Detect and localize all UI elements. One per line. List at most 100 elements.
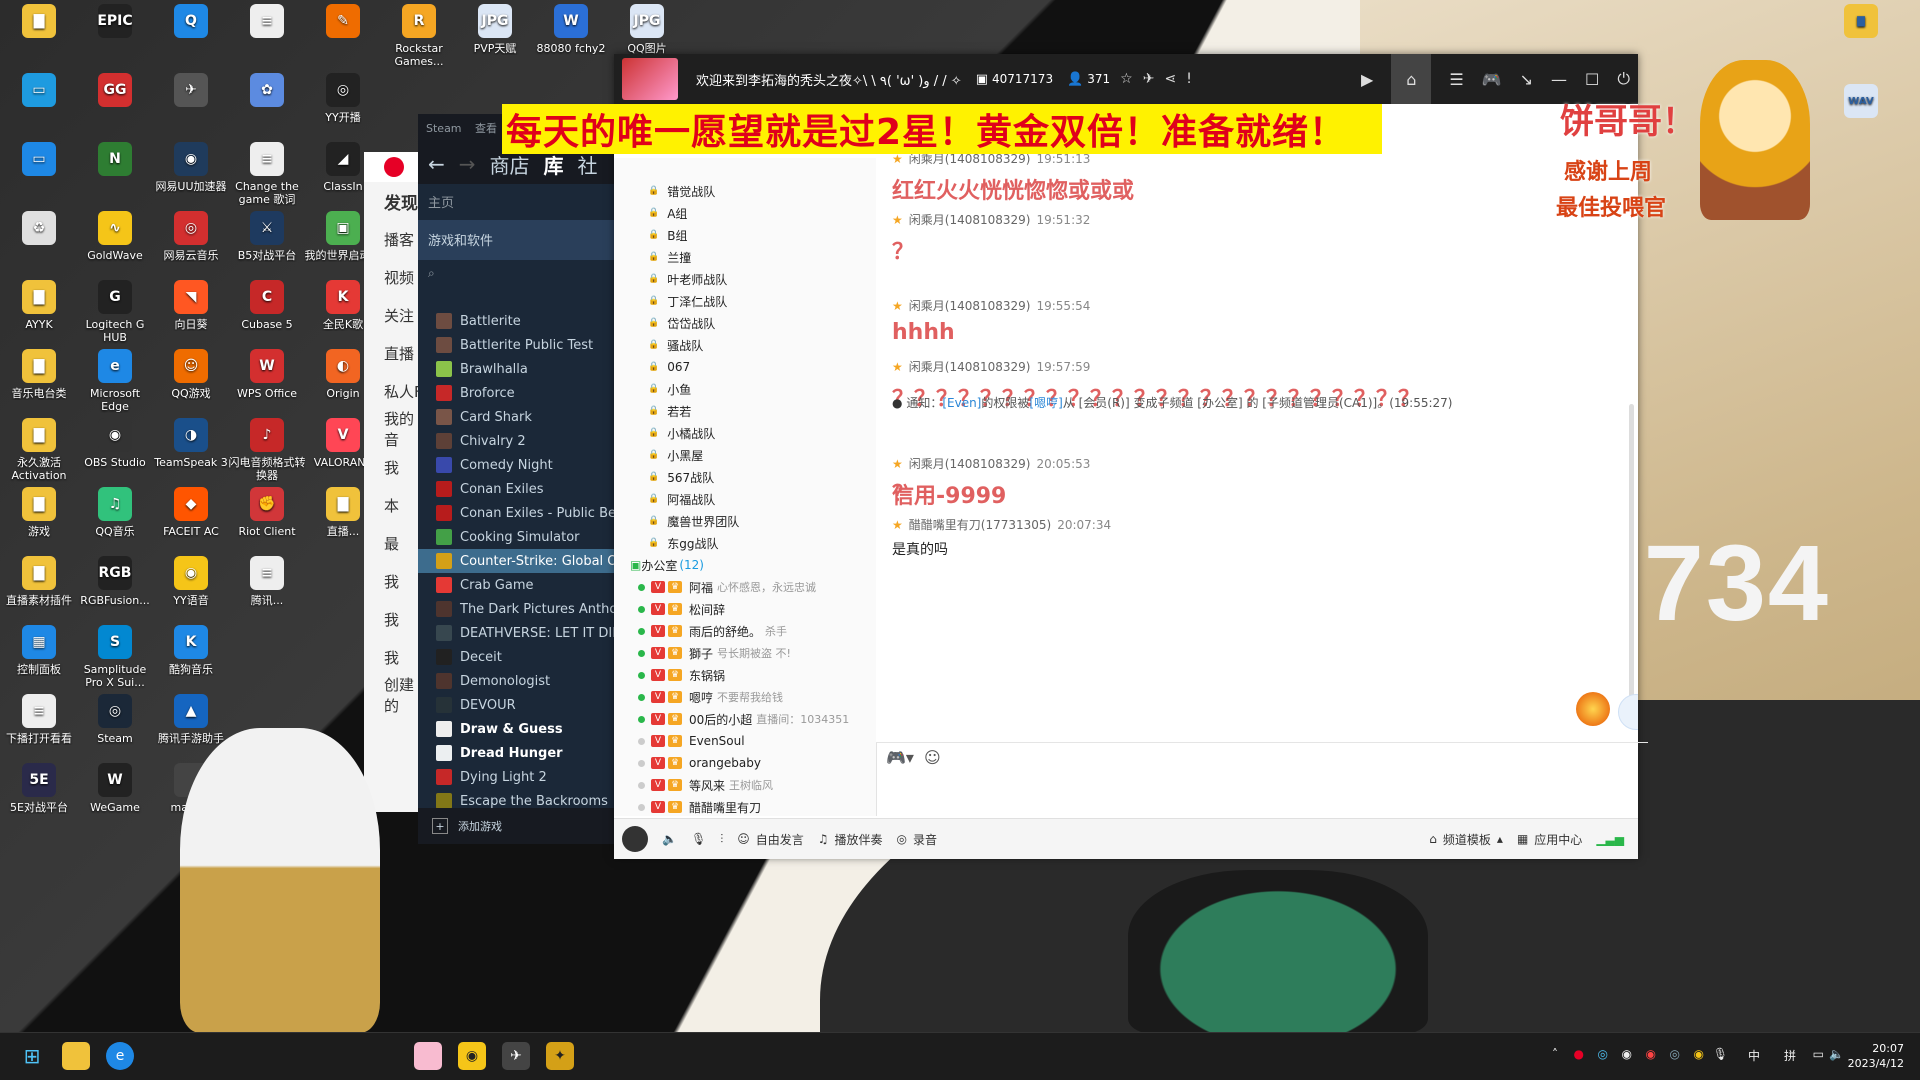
share-icon[interactable]: ⋖ [1164,71,1176,87]
gamepad-icon[interactable]: 🎮 [1482,70,1502,89]
sub-channel[interactable]: 🔒 丁泽仁战队 [614,290,876,312]
desktop-icon[interactable]: ◎ YY开播 [304,73,382,153]
desktop-icon[interactable]: ▇ [0,4,78,84]
desktop-icon[interactable]: ◑ TeamSpeak 3 [152,418,230,498]
power-icon[interactable]: ⏻ [1617,69,1630,89]
chat-scrollbar[interactable] [1629,404,1634,724]
steam-game-item[interactable]: Crab Game [418,573,618,597]
netease-nav-item[interactable]: 私人F [364,372,424,410]
netease-tray-icon[interactable]: ● [1574,1047,1584,1061]
desktop-icon[interactable]: ▇ 音乐电台类 [0,349,78,429]
edge-icon[interactable]: e [106,1042,134,1070]
plane-icon[interactable]: ✈ [1143,71,1155,87]
desktop-icon[interactable]: ✿ [228,73,306,153]
sub-channel[interactable]: 🔒 魔兽世界团队 [614,510,876,532]
desktop-icon[interactable]: ◎ 网易云音乐 [152,211,230,291]
netease-nav-item[interactable]: 视频 [364,258,424,296]
steam-game-item[interactable]: Cooking Simulator [418,525,618,549]
desktop-icon[interactable]: W 88080 fchy2 [532,4,610,84]
report-icon[interactable]: ! [1186,71,1192,87]
steam-search[interactable]: ⌕ [418,260,618,290]
channel-user[interactable]: V ♛ 嗯哼 不要帮我给钱 [614,686,876,708]
tray-arrow-icon[interactable]: ˄ [1552,1047,1558,1061]
desktop-icon[interactable]: ✊ Riot Client [228,487,306,567]
channel-user[interactable]: V ♛ 松间辞 [614,598,876,620]
steam-game-item[interactable]: DEVOUR [418,693,618,717]
desktop-icon[interactable]: N [76,142,154,222]
steam-home-link[interactable]: 主页 [418,184,618,220]
desktop-icon[interactable]: Q [152,4,230,84]
desktop-icon[interactable]: ▇ 直播素材插件 [0,556,78,636]
ime-chinese[interactable]: 中 [1748,1047,1760,1064]
steam-game-item[interactable]: Brawlhalla [418,357,618,381]
steam-game-item[interactable]: Battlerite Public Test [418,333,618,357]
app-center-button[interactable]: ▦ 应用中心 [1517,831,1582,848]
desktop-icon[interactable]: ▭ [0,73,78,153]
netease-nav-item[interactable]: 本 [364,486,424,524]
desktop-icon[interactable]: 5E 5E对战平台 [0,763,78,843]
desktop-icon[interactable]: ▇ 永久激活 Activation [0,418,78,498]
desktop-icon[interactable]: ☺ QQ游戏 [152,349,230,429]
yy-voice-window[interactable]: 欢迎来到李拓海的秃头之夜✧\ \ ٩( 'ω' )و / / ✧ ▣ 40717… [614,54,1648,859]
sub-channel[interactable]: 🔒 小鱼 [614,378,876,400]
desktop-icon[interactable]: ▇ AYYK [0,280,78,360]
sub-channel[interactable]: 🔒 B组 [614,224,876,246]
steam-game-item[interactable]: Battlerite [418,309,618,333]
start-icon[interactable]: ⊞ [18,1042,46,1070]
desktop-icon[interactable]: ⚔ B5对战平台 [228,211,306,291]
collapse-icon[interactable]: ↘ [1520,70,1533,89]
desktop-icon[interactable]: ◆ FACEIT AC [152,487,230,567]
netease-nav-item[interactable]: 我 [364,562,424,600]
video-icon[interactable]: ▶ [1361,70,1373,89]
home-icon[interactable]: ⌂ [1391,54,1432,104]
mic-icon[interactable]: 🎙 [691,832,706,846]
desktop-icon[interactable]: RGB RGBFusion... [76,556,154,636]
sub-channel[interactable]: 🔒 错觉战队 [614,180,876,202]
sub-channel[interactable]: 🔒 小黑屋 [614,444,876,466]
obs-tray-icon[interactable]: ◉ [1622,1047,1632,1061]
steam-game-item[interactable]: Card Shark [418,405,618,429]
netease-nav-item[interactable]: 直播 [364,334,424,372]
speaker-icon[interactable]: 🔈 [662,832,677,846]
csgo-taskbar-icon[interactable]: ✦ [546,1042,574,1070]
desktop-icon[interactable]: ◉ YY语音 [152,556,230,636]
desktop-icon[interactable]: ▇ [1822,4,1900,84]
netease-nav-item[interactable]: 我 [364,600,424,638]
channel-office[interactable]: ▣ 办公室 (12) [614,554,876,576]
channel-template-button[interactable]: ⌂ 频道模板 ▴ [1429,831,1503,848]
desktop-icon[interactable]: EPIC [76,4,154,84]
desktop-icon[interactable]: G Logitech G HUB [76,280,154,360]
channel-user[interactable]: V ♛ orangebaby [614,752,876,774]
sub-channel[interactable]: 🔒 叶老师战队 [614,268,876,290]
desktop-icon[interactable]: ♪ 闪电音频格式转换器 [228,418,306,498]
list-icon[interactable]: ☰ [1449,70,1463,89]
mixer-icon[interactable]: ⫶ [720,832,723,847]
ime-pinyin[interactable]: 拼 [1784,1047,1796,1064]
forward-arrow-icon[interactable]: → [459,152,476,176]
app-pink-icon[interactable] [414,1042,442,1070]
network-icon[interactable]: ▭ [1813,1047,1824,1061]
steam-menu-view[interactable]: 查看 [475,122,497,135]
sub-channel[interactable]: 🔒 若若 [614,400,876,422]
steam-game-item[interactable]: Conan Exiles [418,477,618,501]
free-speak-button[interactable]: ☺ 自由发言 [737,831,804,848]
desktop-icon[interactable]: ◎ Steam [76,694,154,774]
sub-channel[interactable]: 🔒 东gg战队 [614,532,876,554]
netease-nav-item[interactable]: 我 [364,638,424,676]
desktop-icon[interactable]: ▦ 控制面板 [0,625,78,705]
desktop-icon[interactable]: ◉ OBS Studio [76,418,154,498]
tray-app-icon[interactable]: ◎ [1598,1047,1608,1061]
desktop-icon[interactable]: R Rockstar Games... [380,4,458,84]
sub-channel[interactable]: 🔒 骚战队 [614,334,876,356]
desktop-icon[interactable]: S Samplitude Pro X Sui... [76,625,154,705]
settings-icon[interactable] [1618,694,1638,730]
desktop-icon[interactable]: JPG PVP天赋 [456,4,534,84]
minimize-icon[interactable]: — [1551,70,1567,89]
desktop-icon[interactable]: WAV [1822,84,1900,164]
gamepad-icon[interactable]: 🎮▾ [886,748,914,767]
file-explorer-icon[interactable] [62,1042,90,1070]
desktop-icon[interactable]: K 酷狗音乐 [152,625,230,705]
play-music-button[interactable]: ♫ 播放伴奏 [818,831,883,848]
emoji-icon[interactable]: ☺ [924,748,941,767]
desktop-icon[interactable]: ≡ [228,4,306,84]
